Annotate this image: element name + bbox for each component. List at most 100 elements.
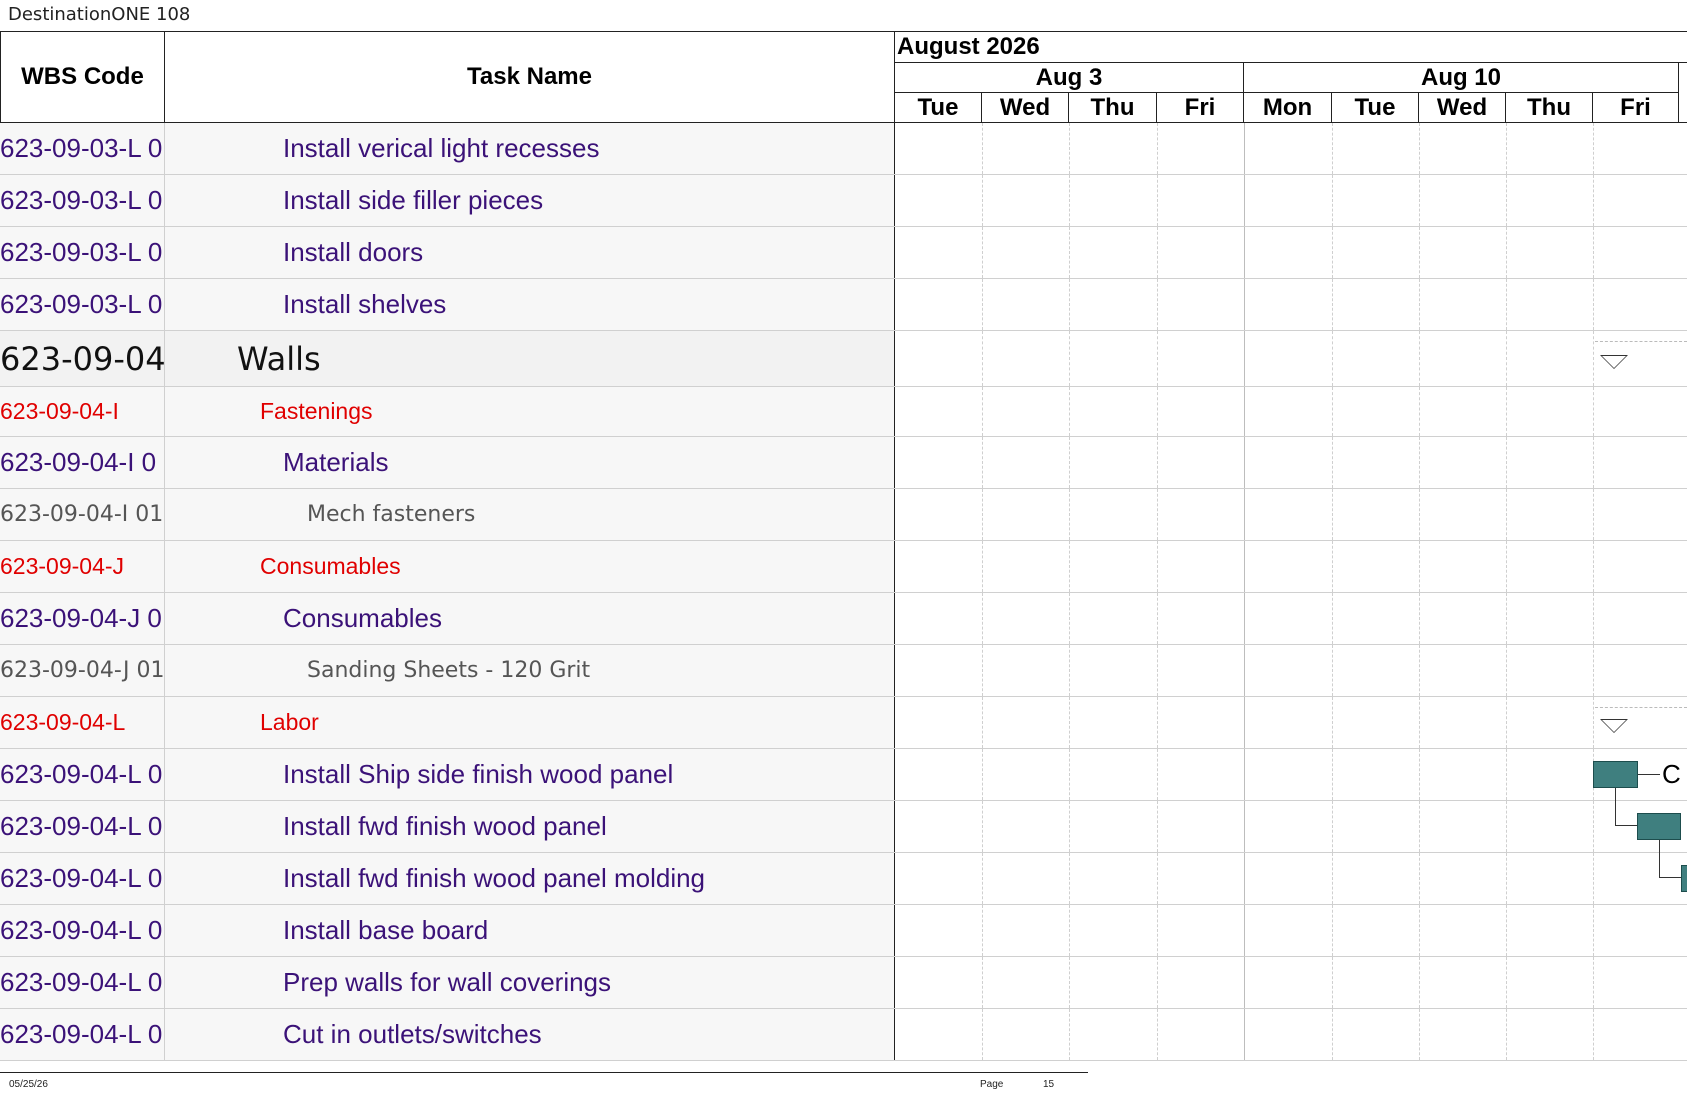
day-gridline	[982, 645, 983, 696]
timeline-day-label: Thu	[1506, 93, 1593, 123]
day-gridline	[1332, 593, 1333, 644]
timeline-cell	[894, 645, 1687, 696]
task-name-column-header[interactable]: Task Name	[164, 31, 895, 123]
group-row[interactable]: 623-09-04-J Consumables	[0, 541, 1687, 593]
document-title: DestinationONE 108	[8, 4, 191, 25]
timeline-cell	[894, 387, 1687, 436]
task-row[interactable]: 623-09-03-L 0 Install shelves	[0, 279, 1687, 331]
day-gridline	[1506, 853, 1507, 904]
timeline-cell	[894, 279, 1687, 330]
day-gridline	[1244, 957, 1245, 1008]
task-row[interactable]: 623-09-04-L 0 Install base board	[0, 905, 1687, 957]
group-row[interactable]: 623-09-04-L Labor	[0, 697, 1687, 749]
day-gridline	[1506, 279, 1507, 330]
task-bar[interactable]	[1681, 865, 1687, 892]
day-gridline	[1593, 801, 1594, 852]
task-row[interactable]: 623-09-04-I 01 Mech fasteners	[0, 489, 1687, 541]
day-gridline	[1332, 123, 1333, 174]
section-row[interactable]: 623-09-04 Walls	[0, 331, 1687, 387]
task-row[interactable]: 623-09-03-L 0 Install doors	[0, 227, 1687, 279]
day-gridline	[1157, 123, 1158, 174]
day-gridline	[982, 175, 983, 226]
task-row[interactable]: 623-09-03-L 0 Install verical light reces…	[0, 123, 1687, 175]
day-gridline	[1069, 645, 1070, 696]
day-gridline	[1419, 331, 1420, 386]
timeline-week-label: Aug 3	[895, 63, 1244, 93]
day-gridline	[1157, 645, 1158, 696]
dependency-link	[1659, 840, 1681, 853]
timeline-week-label: Aug 10	[1244, 63, 1679, 93]
day-gridline	[982, 957, 983, 1008]
day-gridline	[1157, 541, 1158, 592]
task-name-cell: Sanding Sheets - 120 Grit	[165, 645, 894, 696]
task-row[interactable]: 623-09-04-J 0 Consumables	[0, 593, 1687, 645]
timeline-day-label: Tue	[1332, 93, 1419, 123]
day-gridline	[1593, 437, 1594, 488]
day-gridline	[1419, 227, 1420, 278]
day-gridline	[1157, 801, 1158, 852]
timeline-cell	[894, 957, 1687, 1008]
task-row[interactable]: 623-09-04-L 0 Install fwd finish wood pan…	[0, 853, 1687, 905]
wbs-code-cell: 623-09-04-I 01	[0, 489, 165, 540]
timeline-day-label: Fri	[1593, 93, 1679, 123]
day-gridline	[1593, 331, 1594, 386]
task-name-text: Install fwd finish wood panel molding	[283, 863, 706, 893]
day-gridline	[1506, 801, 1507, 852]
day-gridline	[1244, 279, 1245, 330]
task-row[interactable]: 623-09-04-L 0 Install Ship side finish wo…	[0, 749, 1687, 801]
task-name-cell: Cut in outlets/switches	[165, 1009, 894, 1060]
task-name-cell: Consumables	[165, 541, 894, 592]
wbs-code-column-header[interactable]: WBS Code	[0, 31, 165, 123]
timeline-cell	[894, 437, 1687, 488]
day-gridline	[1157, 853, 1158, 904]
day-gridline	[1593, 697, 1594, 748]
task-name-cell: Install verical light recesses	[165, 123, 894, 174]
day-gridline	[1593, 227, 1594, 278]
timeline-cell	[894, 227, 1687, 278]
day-gridline	[982, 905, 983, 956]
task-name-cell: Materials	[165, 437, 894, 488]
day-gridline	[1244, 801, 1245, 852]
task-row[interactable]: 623-09-03-L 0 Install side filler pieces	[0, 175, 1687, 227]
task-row[interactable]: 623-09-04-L 0 Install fwd finish wood pan…	[0, 801, 1687, 853]
day-gridline	[1069, 801, 1070, 852]
summary-task-marker-icon[interactable]	[1600, 719, 1628, 733]
summary-task-line	[1595, 341, 1687, 342]
day-gridline	[1506, 541, 1507, 592]
task-row[interactable]: 623-09-04-L 0 Prep walls for wall coverin…	[0, 957, 1687, 1009]
task-bar[interactable]	[1637, 813, 1681, 840]
day-gridline	[1332, 801, 1333, 852]
day-gridline	[1593, 175, 1594, 226]
day-gridline	[982, 853, 983, 904]
wbs-code-cell: 623-09-03-L 0	[0, 227, 165, 278]
day-gridline	[1506, 749, 1507, 800]
footer-divider	[0, 1072, 1088, 1073]
task-bar[interactable]	[1593, 761, 1638, 788]
day-gridline	[1506, 123, 1507, 174]
day-gridline	[1419, 489, 1420, 540]
task-row[interactable]: 623-09-04-J 01 Sanding Sheets - 120 Grit	[0, 645, 1687, 697]
wbs-code-cell: 623-09-03-L 0	[0, 123, 165, 174]
day-gridline	[1593, 387, 1594, 436]
summary-task-marker-icon[interactable]	[1600, 355, 1628, 369]
day-gridline	[1069, 279, 1070, 330]
wbs-code-cell: 623-09-04-L 0	[0, 749, 165, 800]
day-gridline	[1332, 331, 1333, 386]
task-name-text: Fastenings	[260, 398, 373, 424]
day-gridline	[1244, 437, 1245, 488]
day-gridline	[1069, 697, 1070, 748]
day-gridline	[1157, 227, 1158, 278]
group-row[interactable]: 623-09-04-I Fastenings	[0, 387, 1687, 437]
day-gridline	[1157, 957, 1158, 1008]
task-row[interactable]: 623-09-04-I 0 Materials	[0, 437, 1687, 489]
timeline-header: August 2026 Aug 3 Aug 10 Tue Wed Thu Fri…	[894, 31, 1687, 123]
day-gridline	[1157, 489, 1158, 540]
day-gridline	[1069, 541, 1070, 592]
task-row[interactable]: 623-09-04-L 0 Cut in outlets/switches	[0, 1009, 1687, 1061]
timeline-day-label: Tue	[895, 93, 982, 123]
day-gridline	[1506, 1009, 1507, 1060]
footer-page-number: 15	[1043, 1079, 1055, 1090]
day-gridline	[1419, 175, 1420, 226]
day-gridline	[1244, 853, 1245, 904]
task-name-cell: Walls	[165, 331, 894, 386]
